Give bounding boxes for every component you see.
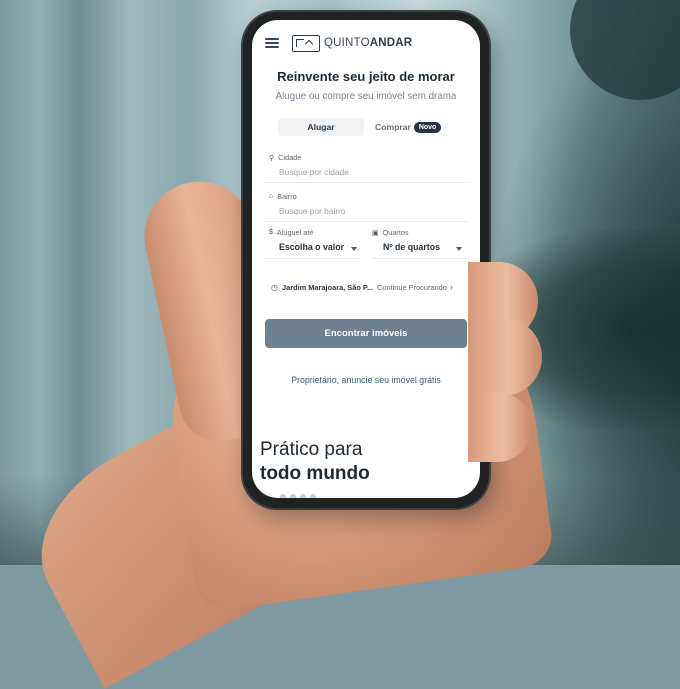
- city-label-text: Cidade: [278, 153, 302, 162]
- chevron-down-icon: [456, 247, 462, 251]
- brand-wordmark: QUINTOANDAR: [324, 37, 413, 49]
- promo-heading-line1: Prático para: [260, 439, 363, 460]
- neighborhood-field-label: ⌂ Bairro: [269, 192, 297, 201]
- bedrooms-underline: [372, 258, 467, 259]
- tab-rent[interactable]: Alugar: [278, 118, 364, 136]
- brand-logo[interactable]: QUINTOANDAR: [292, 33, 412, 53]
- phone-screen: QUINTOANDAR Reinvente seu jeito de morar…: [252, 20, 480, 498]
- hero-title: Reinvente seu jeito de morar: [277, 69, 455, 84]
- bedrooms-select[interactable]: Nº de quartos: [383, 242, 440, 252]
- carousel-dots: [280, 494, 316, 498]
- recent-search-location: Jardim Marajoara, São P...: [281, 282, 374, 292]
- neighborhood-label-text: Bairro: [277, 192, 297, 201]
- location-pin-icon: ⚲: [269, 154, 275, 162]
- chevron-down-icon: [351, 247, 357, 251]
- city-input[interactable]: Busque por cidade: [279, 167, 349, 177]
- dollar-icon: $: [269, 229, 273, 236]
- bedrooms-field-label: ▣ Quartos: [372, 228, 409, 237]
- rent-field-label: $ Aluguel até: [269, 228, 313, 237]
- find-properties-button[interactable]: Encontrar imóveis: [265, 319, 467, 348]
- bedrooms-label-text: Quartos: [382, 228, 409, 237]
- rent-underline: [265, 258, 360, 259]
- continue-searching-link[interactable]: Continue Procurando: [377, 283, 447, 292]
- carousel-dot: [310, 494, 316, 498]
- hamburger-menu-icon[interactable]: [265, 38, 279, 48]
- app-header: QUINTOANDAR: [252, 20, 480, 64]
- city-underline: [265, 182, 467, 183]
- rent-label-text: Aluguel até: [276, 228, 314, 237]
- neighborhood-input[interactable]: Busque por bairro: [279, 206, 346, 216]
- house-icon: ⌂: [269, 193, 274, 200]
- hero-subtitle: Alugue ou compre seu imóvel sem drama: [275, 91, 457, 102]
- tab-buy[interactable]: Comprar Novo: [375, 118, 442, 136]
- city-field-label: ⚲ Cidade: [269, 153, 301, 162]
- new-badge: Novo: [413, 121, 442, 133]
- owner-listing-link[interactable]: Proprietário, anuncie seu imóvel grátis: [252, 375, 480, 385]
- neighborhood-underline: [265, 221, 467, 222]
- carousel-dot: [280, 494, 286, 498]
- carousel-dot: [300, 494, 306, 498]
- logo-mark-icon: [292, 34, 320, 52]
- bed-icon: ▣: [372, 229, 379, 237]
- clock-icon: ◷: [271, 282, 278, 292]
- tab-buy-label: Comprar: [375, 122, 411, 132]
- recent-search[interactable]: ◷ Jardim Marajoara, São P... Continue Pr…: [271, 281, 467, 293]
- chevron-right-icon: ›: [449, 282, 453, 292]
- rent-buy-tabs: Alugar Comprar Novo: [278, 118, 450, 136]
- rent-select[interactable]: Escolha o valor: [279, 242, 344, 252]
- carousel-dot: [290, 494, 296, 498]
- promo-heading-line2: todo mundo: [260, 463, 370, 484]
